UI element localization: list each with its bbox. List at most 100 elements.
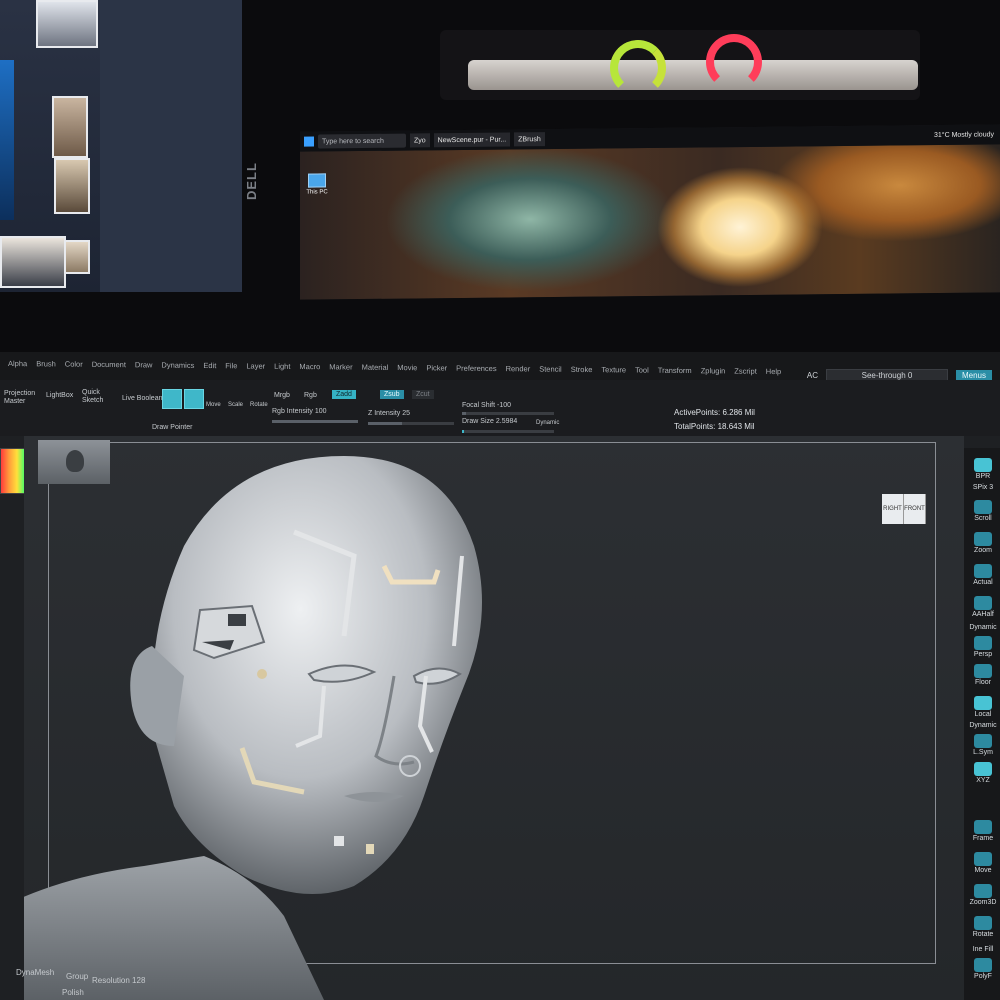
- gallery-thumb[interactable]: [0, 236, 66, 288]
- zbrush-canvas[interactable]: RIGHT FRONT: [24, 436, 964, 1000]
- menu-item[interactable]: Texture: [601, 365, 626, 374]
- menu-item[interactable]: Light: [274, 362, 290, 371]
- persp-button[interactable]: Persp: [968, 634, 998, 664]
- gallery-side-panel: [100, 0, 242, 292]
- polish-toggle[interactable]: Polish: [62, 988, 84, 997]
- draw-mode-button[interactable]: [184, 389, 204, 409]
- taskbar-app[interactable]: NewScene.pur - Pur...: [433, 132, 511, 148]
- rgb-button[interactable]: Rgb: [304, 392, 317, 399]
- menu-item[interactable]: Tool: [635, 366, 649, 375]
- photo-scene: DELL Type here to search Zyo NewScene.pu…: [0, 0, 1000, 1000]
- gallery-thumb[interactable]: [0, 60, 14, 220]
- zoom-button[interactable]: Zoom: [968, 530, 998, 560]
- menu-item[interactable]: Dynamics: [161, 361, 194, 370]
- draw-size-track[interactable]: [462, 430, 554, 433]
- zsub-button[interactable]: Zsub: [380, 390, 404, 399]
- menu-item[interactable]: Alpha: [8, 359, 27, 368]
- xyz-label: XYZ: [976, 777, 990, 784]
- focal-shift-label: Focal Shift: [462, 402, 496, 409]
- rgb-intensity-value: 100: [314, 408, 327, 415]
- z-intensity-track[interactable]: [368, 422, 454, 425]
- taskbar-search-input[interactable]: Type here to search: [318, 133, 406, 149]
- frame-icon: [974, 820, 992, 834]
- rgb-intensity-track[interactable]: [272, 420, 358, 423]
- dynamesh-button[interactable]: DynaMesh: [16, 968, 54, 977]
- scroll-button[interactable]: Scroll: [968, 498, 998, 528]
- menu-item[interactable]: Edit: [203, 361, 216, 370]
- zcut-button[interactable]: Zcut: [412, 390, 434, 399]
- menu-item[interactable]: Picker: [426, 363, 447, 372]
- active-points-value: 6.286 Mil: [722, 408, 755, 417]
- rgb-intensity-slider[interactable]: Rgb Intensity 100: [272, 408, 327, 415]
- zoom3d-button[interactable]: Zoom3D: [968, 882, 998, 912]
- mrgb-button[interactable]: Mrgb: [274, 392, 290, 399]
- move-view-button[interactable]: Move: [968, 850, 998, 880]
- projection-master-button[interactable]: Projection Master: [4, 390, 38, 406]
- actual-button[interactable]: Actual: [968, 562, 998, 592]
- menu-item[interactable]: Macro: [299, 362, 320, 371]
- weather-widget[interactable]: 31°C Mostly cloudy: [934, 131, 1000, 139]
- polyf-button[interactable]: PolyF: [968, 956, 998, 986]
- focal-shift-track[interactable]: [462, 412, 554, 415]
- menu-item[interactable]: Brush: [36, 359, 56, 368]
- frame-button[interactable]: Frame: [968, 818, 998, 848]
- z-intensity-label: Z Intensity: [368, 410, 401, 417]
- actual-icon: [974, 564, 992, 578]
- rotate-view-label: Rotate: [972, 931, 994, 938]
- lsym-button[interactable]: L.Sym: [968, 732, 998, 762]
- live-boolean-button[interactable]: Live Boolean: [122, 395, 162, 402]
- menu-item[interactable]: Document: [92, 360, 126, 369]
- gallery-thumb[interactable]: [52, 96, 88, 158]
- scale-button[interactable]: Scale: [228, 402, 243, 408]
- menu-item[interactable]: Zplugin: [701, 366, 726, 375]
- menu-item[interactable]: Layer: [246, 361, 265, 370]
- scroll-icon: [974, 500, 992, 514]
- menu-item[interactable]: Zscript: [734, 367, 757, 376]
- menu-item[interactable]: Stroke: [571, 365, 593, 374]
- menu-item[interactable]: Draw: [135, 360, 153, 369]
- rotate-button[interactable]: Rotate: [250, 402, 268, 408]
- line-fill-button[interactable]: Ine Fill: [968, 946, 998, 956]
- floor-button[interactable]: Floor: [968, 662, 998, 692]
- resolution-slider[interactable]: Resolution 128: [92, 976, 145, 985]
- menu-list: Alpha Brush Color Document Draw Dynamics…: [8, 359, 781, 376]
- dynamic-toggle[interactable]: Dynamic: [536, 420, 559, 426]
- z-intensity-slider[interactable]: Z Intensity 25: [368, 410, 410, 417]
- taskbar-app[interactable]: Zyo: [410, 133, 430, 148]
- desktop-icon-this-pc[interactable]: This PC: [306, 173, 328, 196]
- zadd-button[interactable]: Zadd: [332, 390, 356, 399]
- gallery-thumb[interactable]: [54, 158, 90, 214]
- bpr-button[interactable]: BPR: [968, 456, 998, 486]
- ac-label[interactable]: AC: [807, 371, 818, 380]
- menu-item[interactable]: Material: [362, 363, 389, 372]
- menu-item[interactable]: Render: [506, 364, 531, 373]
- color-picker[interactable]: [0, 448, 26, 494]
- zoom3d-icon: [974, 884, 992, 898]
- aahalf-button[interactable]: AAHalf: [968, 594, 998, 624]
- menu-item[interactable]: Movie: [397, 363, 417, 372]
- total-points-readout: TotalPoints: 18.643 Mil: [674, 422, 755, 431]
- gallery-thumb[interactable]: [36, 0, 98, 48]
- menu-item[interactable]: File: [225, 361, 237, 370]
- menu-item[interactable]: Marker: [329, 362, 352, 371]
- group-toggle[interactable]: Group: [66, 972, 88, 981]
- taskbar-app[interactable]: ZBrush: [514, 132, 545, 147]
- menu-item[interactable]: Color: [65, 360, 83, 369]
- rotate-view-button[interactable]: Rotate: [968, 914, 998, 944]
- menu-item[interactable]: Transform: [658, 366, 692, 375]
- lightbox-button[interactable]: LightBox: [46, 392, 73, 399]
- local-button[interactable]: Local: [968, 694, 998, 724]
- total-points-label: TotalPoints:: [674, 422, 716, 431]
- edit-mode-button[interactable]: [162, 389, 182, 409]
- gallery-thumb[interactable]: [64, 240, 90, 274]
- draw-size-slider[interactable]: Draw Size 2.5984: [462, 418, 517, 425]
- menu-item[interactable]: Stencil: [539, 365, 562, 374]
- windows-start-icon[interactable]: [304, 136, 314, 147]
- menu-item[interactable]: Help: [766, 367, 781, 376]
- focal-shift-slider[interactable]: Focal Shift -100: [462, 402, 511, 409]
- xyz-button[interactable]: XYZ: [968, 760, 998, 790]
- menu-item[interactable]: Preferences: [456, 364, 496, 373]
- menus-button[interactable]: Menus: [955, 369, 992, 381]
- quick-sketch-button[interactable]: Quick Sketch: [82, 389, 114, 405]
- move-button[interactable]: Move: [206, 402, 221, 408]
